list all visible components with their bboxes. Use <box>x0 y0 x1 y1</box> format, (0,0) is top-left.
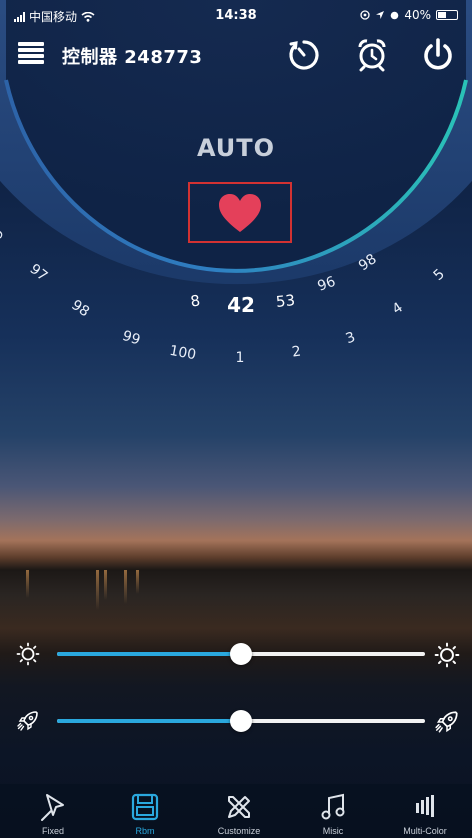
speed-slider-fill <box>57 719 241 723</box>
tab-music[interactable]: Misic <box>286 784 380 838</box>
menu-list-icon[interactable] <box>18 42 44 64</box>
water-reflection <box>96 570 99 610</box>
dial-outer-number: 1 <box>236 350 245 366</box>
app-header: 控制器 248773 <box>0 30 472 78</box>
water-reflection <box>104 570 107 600</box>
power-icon <box>424 38 452 70</box>
heart-icon <box>219 193 261 232</box>
speed-slider-row <box>0 706 472 736</box>
save-disk-icon <box>131 793 159 821</box>
dial-current-value: 42 <box>227 293 255 317</box>
dial-outer-number: 4 <box>390 300 406 318</box>
brightness-slider-row <box>0 639 472 669</box>
dial-outer-number: 98 <box>68 297 92 320</box>
tab-multi-color[interactable]: Multi-Color <box>378 784 472 838</box>
battery-icon <box>436 10 458 20</box>
alarm-button[interactable] <box>353 36 391 74</box>
rocket-fast-icon <box>435 711 458 733</box>
brightness-high-icon <box>434 642 460 668</box>
brightness-slider[interactable] <box>57 643 425 665</box>
app-screen: 9 97 98 99 100 1 2 3 4 5 98 96 8 42 53 中国移动 14:38 40%… <box>0 0 472 838</box>
alarm-status-icon <box>391 11 399 20</box>
status-right: 40% <box>360 8 458 22</box>
rocket-slow-icon <box>17 711 38 731</box>
speed-slider-thumb[interactable] <box>230 710 252 732</box>
dial-inner-number: 53 <box>275 291 296 311</box>
tab-label: Customize <box>217 826 261 836</box>
power-button[interactable] <box>419 36 457 74</box>
brightness-slider-fill <box>57 652 241 656</box>
alarm-clock-icon <box>358 39 386 72</box>
controller-title: 控制器 248773 <box>62 47 203 68</box>
speed-slider[interactable] <box>57 710 425 732</box>
dial-outer-number: 2 <box>291 343 302 360</box>
orientation-lock-icon <box>360 10 370 20</box>
dial-outer-number: 96 <box>316 274 338 295</box>
color-bars-icon <box>416 795 434 817</box>
water-reflection <box>124 570 127 604</box>
brightness-slider-thumb[interactable] <box>230 643 252 665</box>
dial-outer-number: 5 <box>431 266 448 284</box>
dial-outer-number: 3 <box>344 329 358 347</box>
tab-label: Misic <box>322 826 344 836</box>
water-reflection <box>26 570 29 598</box>
pin-icon <box>41 794 64 821</box>
dial-outer-number: 100 <box>168 343 197 363</box>
timer-icon <box>289 40 319 70</box>
pencil-ruler-icon <box>228 796 250 818</box>
dial-outer-number: 9 <box>0 226 8 242</box>
heart-mode-button[interactable] <box>188 182 292 243</box>
timer-button[interactable] <box>285 36 323 74</box>
tab-label: Rbm <box>135 826 155 836</box>
music-note-icon <box>321 793 345 820</box>
tab-customize[interactable]: Customize <box>192 784 286 838</box>
tab-fixed[interactable]: Fixed <box>6 784 100 838</box>
dial-outer-number: 99 <box>120 328 142 349</box>
water-reflection <box>136 570 139 594</box>
bottom-tab-bar: Fixed Rbm Customize Misic Multi-Color <box>0 784 472 838</box>
dial-outer-number: 97 <box>27 261 51 285</box>
tab-rbm[interactable]: Rbm <box>98 784 192 838</box>
location-icon <box>376 11 385 19</box>
battery-percent: 40% <box>404 8 431 22</box>
dial-inner-number: 8 <box>189 291 201 310</box>
mode-label: AUTO <box>196 134 276 162</box>
tab-label: Multi-Color <box>403 826 447 836</box>
brightness-low-icon <box>16 642 40 666</box>
tab-label: Fixed <box>41 826 64 836</box>
status-bar: 中国移动 14:38 40% <box>0 0 472 30</box>
